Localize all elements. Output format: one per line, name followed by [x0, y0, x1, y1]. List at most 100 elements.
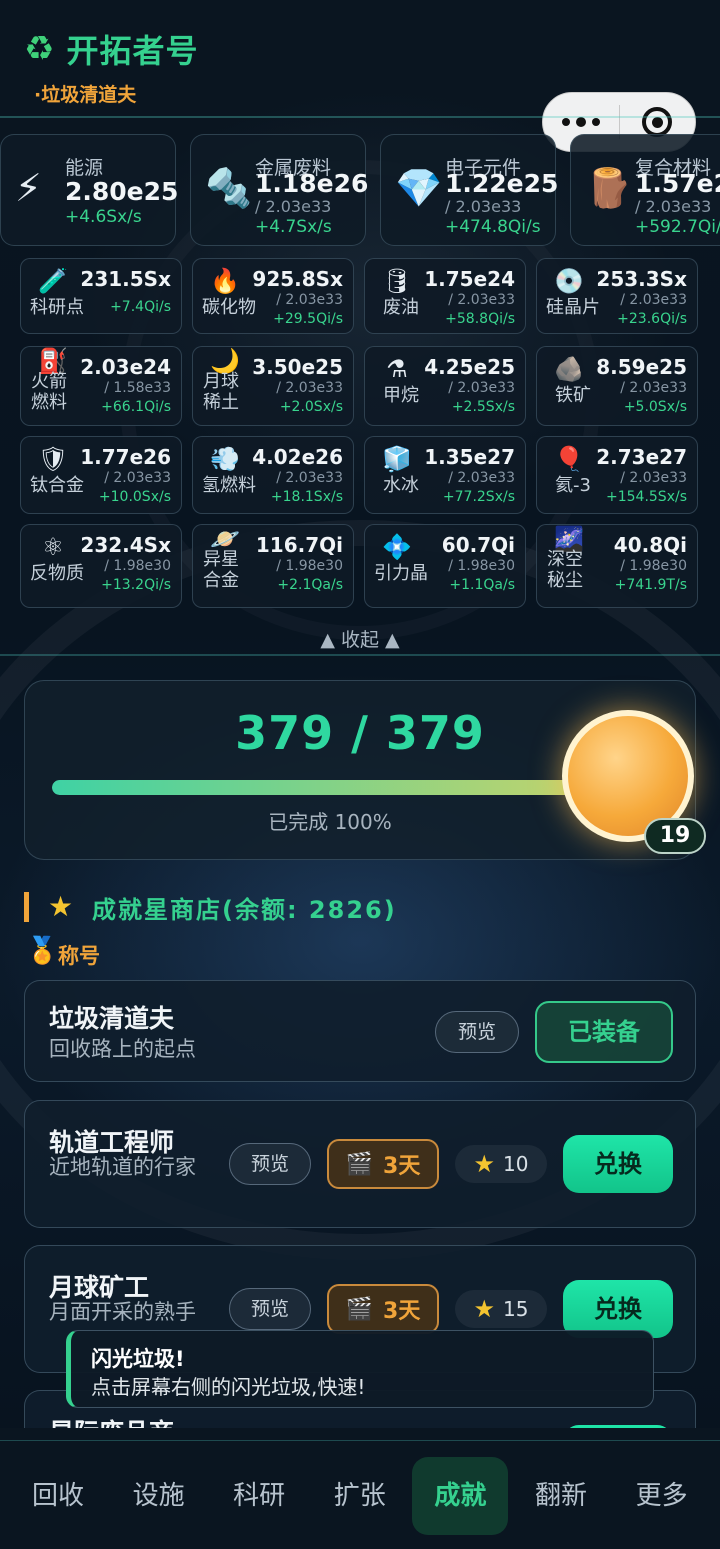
resource-rate: +58.8Qi/s — [445, 311, 515, 327]
resource-rate: +4.6Sx/s — [65, 207, 142, 227]
rock-icon: 🪨 — [554, 355, 584, 383]
resource-rate: +474.8Qi/s — [445, 217, 541, 237]
resource-name: 废油 — [383, 297, 419, 318]
resource-card[interactable]: 💨 氢燃料 4.02e26/ 2.03e33 +18.1Sx/s — [192, 436, 354, 514]
resource-card[interactable]: 💿 硅晶片 253.3Sx/ 2.03e33 +23.6Qi/s — [536, 258, 698, 334]
resource-capacity: / 1.98e30 — [104, 558, 171, 574]
toast-title: 闪光垃圾! — [91, 1347, 185, 1371]
nav-tab-5[interactable]: 翻新 — [513, 1457, 609, 1535]
galaxy-icon: 🌌 — [554, 525, 584, 553]
balloon-icon: 🎈 — [554, 445, 584, 473]
recycle-icon: ♻ — [24, 29, 55, 69]
resource-value: 925.8Sx — [252, 267, 343, 291]
resource-rate: +592.7Qi/ — [635, 217, 720, 237]
resource-card-3[interactable]: 🪵复合材料1.57e2/ 2.03e33+592.7Qi/ — [570, 134, 720, 246]
wood-icon: 🪵 — [585, 166, 633, 210]
moon-icon: 🌙 — [210, 347, 240, 375]
duration-label: 3天 — [383, 1154, 421, 1179]
title-item-equipped: 垃圾清道夫 回收路上的起点 预览 已装备 — [24, 980, 696, 1082]
resource-rate: +2.0Sx/s — [279, 399, 343, 415]
resource-card[interactable]: 🌌 深空秘尘 40.8Qi/ 1.98e30 +741.9T/s — [536, 524, 698, 608]
resource-name: 水冰 — [383, 475, 419, 496]
achievement-progress-bar — [52, 780, 612, 795]
duration-badge: 🎬 3天 — [327, 1284, 439, 1334]
atom-icon: ⚛ — [42, 533, 64, 561]
disc-icon: 💿 — [554, 267, 584, 295]
resource-value: 1.57e2 — [635, 169, 720, 198]
resource-card[interactable]: 🔥 碳化物 925.8Sx/ 2.03e33 +29.5Qi/s — [192, 258, 354, 334]
title-desc: 月面开采的熟手 — [49, 1300, 196, 1324]
resource-card-2[interactable]: 💎 电子元件 1.22e25/ 2.03e33 +474.8Qi/s — [380, 134, 558, 246]
game-background: ♻ 开拓者号 ·垃圾清道夫 ⚡ 能源 2.80e25 +4.6Sx/s 🔩 金属废料 1.1… — [0, 0, 720, 1549]
more-dots-icon[interactable] — [543, 117, 619, 127]
resource-value: 1.18e26 — [255, 169, 369, 198]
ice-icon: 🧊 — [382, 445, 412, 473]
resource-card[interactable]: 💠 引力晶 60.7Qi/ 1.98e30 +1.1Qa/s — [364, 524, 526, 608]
resource-capacity: / 1.58e33 — [104, 380, 171, 396]
resource-rate: +23.6Qi/s — [617, 311, 687, 327]
resource-capacity: / 2.03e33 — [620, 380, 687, 396]
preview-button[interactable]: 预览 — [229, 1288, 311, 1330]
resource-value: 40.8Qi — [613, 533, 687, 557]
resource-value: 2.80e25 — [65, 177, 179, 206]
resource-capacity: / 2.03e33 — [635, 197, 712, 216]
resource-card-0[interactable]: ⚡ 能源 2.80e25 +4.6Sx/s — [0, 134, 179, 246]
resource-name: 科研点 — [30, 297, 84, 318]
resource-rate: +29.5Qi/s — [273, 311, 343, 327]
resource-card[interactable]: 🛢 废油 1.75e24/ 2.03e33 +58.8Qi/s — [364, 258, 526, 334]
resource-card[interactable]: 🧪 科研点 231.5Sx +7.4Qi/s — [20, 258, 182, 334]
resource-card[interactable]: 🪐 异星合金 116.7Qi/ 1.98e30 +2.1Qa/s — [192, 524, 354, 608]
nav-tab-2[interactable]: 科研 — [211, 1457, 307, 1535]
resource-card[interactable]: ⚛ 反物质 232.4Sx/ 1.98e30 +13.2Qi/s — [20, 524, 182, 608]
nav-tab-3[interactable]: 扩张 — [312, 1457, 408, 1535]
resource-card[interactable]: 🎈 氦-3 2.73e27/ 2.03e33 +154.5Sx/s — [536, 436, 698, 514]
current-title-label: ·垃圾清道夫 — [34, 84, 137, 106]
lightning-icon: ⚡ — [15, 166, 42, 210]
resource-value: 1.77e26 — [80, 445, 171, 469]
resource-rate: +154.5Sx/s — [606, 489, 687, 505]
clapper-icon: 🎬 — [345, 1151, 374, 1177]
shop-title: 成就星商店(余额: 2826) — [92, 896, 397, 924]
shield-icon: 🛡 — [37, 445, 69, 473]
star-icon: ★ — [48, 890, 74, 923]
resource-value: 4.25e25 — [424, 355, 515, 379]
medal-icon: 🏅 — [26, 936, 59, 966]
resource-card-1[interactable]: 🔩 金属废料 1.18e26/ 2.03e33 +4.7Sx/s — [190, 134, 369, 246]
resource-card[interactable]: ⚗ 甲烷 4.25e25/ 2.03e33 +2.5Sx/s — [364, 346, 526, 426]
resource-value: 116.7Qi — [255, 533, 343, 557]
resource-value: 2.03e24 — [80, 355, 171, 379]
nav-tab-1[interactable]: 设施 — [111, 1457, 207, 1535]
collapse-toggle[interactable]: ▲ 收起 ▲ — [0, 625, 720, 652]
exchange-button[interactable]: 兑换 — [563, 1135, 673, 1193]
resource-card[interactable]: 🪨 铁矿 8.59e25/ 2.03e33 +5.0Sx/s — [536, 346, 698, 426]
resource-card[interactable]: 🛡 钛合金 1.77e26/ 2.03e33 +10.0Sx/s — [20, 436, 182, 514]
resource-rate: +66.1Qi/s — [101, 399, 171, 415]
resource-rate: +77.2Sx/s — [442, 489, 515, 505]
preview-button[interactable]: 预览 — [435, 1011, 519, 1053]
resource-capacity: / 2.03e33 — [276, 380, 343, 396]
completion-percent: 已完成 100% — [268, 810, 392, 834]
resource-rate: +2.1Qa/s — [277, 577, 343, 593]
resource-capacity: / 2.03e33 — [276, 292, 343, 308]
nav-tab-0[interactable]: 回收 — [10, 1457, 106, 1535]
resource-capacity: / 2.03e33 — [448, 292, 515, 308]
resource-card[interactable]: ⛽ 火箭燃料 2.03e24/ 1.58e33 +66.1Qi/s — [20, 346, 182, 426]
resource-capacity: / 1.98e30 — [448, 558, 515, 574]
resource-value: 3.50e25 — [252, 355, 343, 379]
resource-value: 8.59e25 — [596, 355, 687, 379]
resource-card[interactable]: 🧊 水冰 1.35e27/ 2.03e33 +77.2Sx/s — [364, 436, 526, 514]
nav-tab-4[interactable]: 成就 — [412, 1457, 509, 1535]
resource-capacity: / 2.03e33 — [104, 470, 171, 486]
equipped-badge: 已装备 — [535, 1001, 673, 1063]
target-close-icon[interactable] — [620, 107, 696, 137]
barrel-icon: 🛢 — [381, 267, 413, 295]
resource-rate: +741.9T/s — [614, 577, 687, 593]
planet-icon: 🪐 — [210, 525, 240, 553]
resource-rate: +1.1Qa/s — [449, 577, 515, 593]
preview-button[interactable]: 预览 — [229, 1143, 311, 1185]
resource-rate: +5.0Sx/s — [623, 399, 687, 415]
section-accent-bar — [24, 892, 29, 922]
nav-tab-6[interactable]: 更多 — [614, 1457, 710, 1535]
resource-card[interactable]: 🌙 月球稀土 3.50e25/ 2.03e33 +2.0Sx/s — [192, 346, 354, 426]
resource-rate: +18.1Sx/s — [270, 489, 343, 505]
